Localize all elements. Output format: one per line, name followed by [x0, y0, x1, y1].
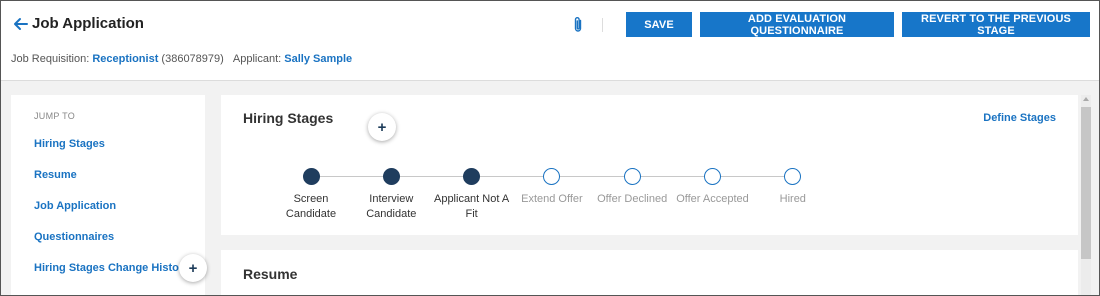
paperclip-icon[interactable]	[572, 16, 584, 34]
jump-to-heading: JUMP TO	[34, 111, 76, 121]
stage-marker[interactable]	[784, 168, 802, 185]
stage-marker[interactable]	[302, 168, 320, 185]
define-stages-link[interactable]: Define Stages	[983, 112, 1056, 124]
stage-label: Applicant Not A Fit	[433, 193, 510, 220]
sidebar-item-hiring-stages-change-history[interactable]: Hiring Stages Change History	[34, 262, 189, 274]
requisition-info: Job Requisition: Receptionist (386078979…	[11, 53, 352, 65]
app-window: Job Application Job Requisition: Recepti…	[0, 0, 1100, 296]
vertical-scrollbar[interactable]	[1081, 95, 1091, 295]
add-section-button[interactable]: +	[179, 254, 207, 282]
sidebar-item-questionnaires[interactable]: Questionnaires	[34, 231, 114, 243]
add-hiring-stage-button[interactable]: +	[368, 113, 396, 141]
hiring-stages-title: Hiring Stages	[243, 110, 334, 126]
resume-card: Resume	[221, 250, 1078, 295]
stage-marker[interactable]	[704, 168, 721, 185]
revert-previous-stage-button[interactable]: REVERT TO THE PREVIOUS STAGE	[902, 12, 1090, 37]
plus-icon: +	[188, 259, 198, 277]
save-button[interactable]: SAVE	[626, 12, 692, 37]
stage-marker[interactable]	[382, 168, 400, 185]
scroll-up-icon[interactable]	[1083, 97, 1089, 101]
arrow-left-icon[interactable]	[12, 16, 28, 32]
stage-marker[interactable]	[623, 168, 641, 185]
job-requisition-link[interactable]: Receptionist	[92, 53, 158, 65]
plus-icon: +	[377, 118, 387, 136]
add-evaluation-questionnaire-button[interactable]: ADD EVALUATION QUESTIONNAIRE	[700, 12, 894, 37]
jump-to-sidebar: JUMP TO Hiring Stages Resume Job Applica…	[11, 95, 205, 295]
applicant-label: Applicant:	[232, 53, 282, 65]
stage-marker[interactable]	[463, 168, 481, 185]
job-requisition-label: Job Requisition:	[11, 53, 90, 65]
stage-label: Interview Candidate	[366, 193, 417, 220]
applicant-link[interactable]: Sally Sample	[284, 53, 352, 65]
job-requisition-id: (386078979)	[161, 53, 224, 65]
sidebar-item-resume[interactable]: Resume	[34, 169, 77, 181]
stage-label: Extend Offer	[521, 193, 583, 205]
header-divider	[602, 18, 603, 32]
stage-label: Offer Declined	[597, 193, 668, 205]
sidebar-item-hiring-stages[interactable]: Hiring Stages	[34, 138, 105, 150]
scrollbar-thumb[interactable]	[1081, 107, 1091, 259]
page-title: Job Application	[32, 15, 144, 32]
stage-marker[interactable]	[543, 168, 561, 185]
stage-label: Hired	[779, 193, 806, 205]
stage-label: Offer Accepted	[676, 193, 749, 205]
page-header: Job Application Job Requisition: Recepti…	[1, 1, 1099, 81]
sidebar-item-job-application[interactable]: Job Application	[34, 200, 116, 212]
stage-label: Screen Candidate	[285, 193, 337, 220]
hiring-stages-card: Hiring Stages Define Stages + Screen Can…	[221, 95, 1078, 235]
resume-title: Resume	[243, 266, 298, 282]
